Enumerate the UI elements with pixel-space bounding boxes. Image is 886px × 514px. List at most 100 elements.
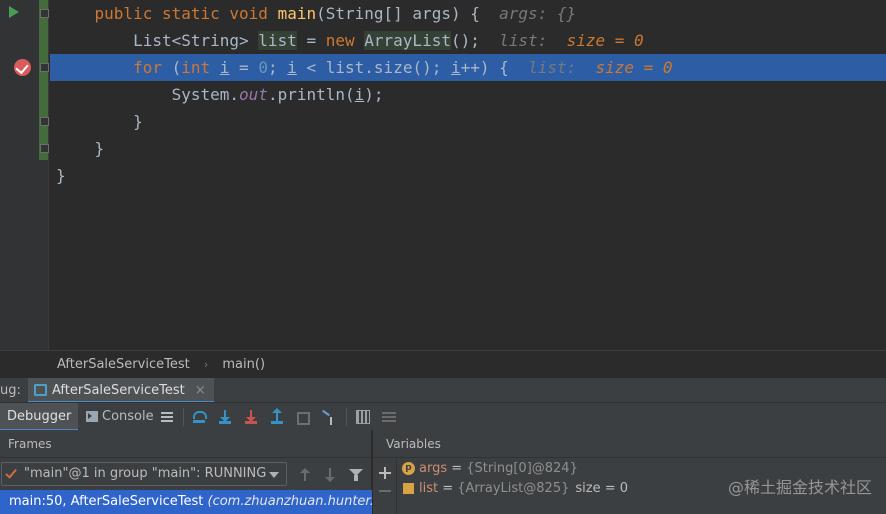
code-token: .println(: [267, 85, 355, 104]
frame-list-item[interactable]: main:50, AfterSaleServiceTest (com.zhuan…: [0, 490, 372, 514]
variable-equals: =: [438, 481, 458, 496]
add-watch-icon[interactable]: [378, 466, 392, 480]
tab-console-label: Console: [102, 409, 154, 424]
code-token: out: [239, 85, 268, 104]
variables-panel: Variables p args = {String[0]@824} list …: [373, 430, 886, 514]
thread-dropdown-value: "main"@1 in group "main": RUNNING: [24, 466, 267, 481]
code-token: =: [296, 31, 326, 50]
debug-session-tab[interactable]: AfterSaleServiceTest ×: [28, 378, 214, 403]
thread-row: "main"@1 in group "main": RUNNING: [0, 460, 372, 488]
inline-debug-hint: list:: [528, 58, 596, 77]
thread-dropdown[interactable]: "main"@1 in group "main": RUNNING: [1, 462, 287, 486]
variable-row[interactable]: list = {ArrayList@825} size = 0: [403, 479, 628, 499]
step-into-icon[interactable]: [217, 409, 233, 425]
breadcrumb: AfterSaleServiceTest › main(): [0, 350, 886, 377]
code-token: System.: [171, 85, 240, 104]
debug-tool-window-header: ug: AfterSaleServiceTest ×: [0, 377, 886, 403]
parameter-icon: p: [402, 462, 415, 475]
arrow-up-icon[interactable]: [298, 468, 312, 482]
code-line[interactable]: public static void main(String[] args) {…: [50, 0, 886, 27]
code-token: 0: [258, 58, 268, 77]
code-token: }: [56, 166, 66, 185]
fold-icon[interactable]: [40, 144, 49, 153]
inline-debug-hint: size = 0: [566, 31, 644, 50]
editor-gutter[interactable]: [0, 0, 49, 350]
step-over-icon[interactable]: [191, 409, 207, 425]
code-token: new: [325, 31, 365, 50]
debug-window-label: ug:: [0, 383, 21, 398]
variable-value: {String[0]@824}: [466, 461, 578, 476]
code-token: i: [287, 58, 297, 77]
remove-watch-icon[interactable]: [379, 490, 391, 492]
code-line[interactable]: List<String> list = new ArrayList(); lis…: [50, 27, 886, 54]
variable-value: {ArrayList@825}: [457, 481, 570, 496]
menu-icon[interactable]: [159, 409, 175, 425]
code-line[interactable]: }: [50, 108, 886, 135]
field-icon: [403, 483, 414, 494]
tab-console[interactable]: Console: [78, 403, 161, 431]
fold-icon[interactable]: [40, 63, 49, 72]
inline-debug-hint: size = 0: [595, 58, 673, 77]
code-token: main: [277, 4, 317, 23]
code-token: }: [94, 139, 105, 158]
chevron-down-icon: [269, 472, 279, 478]
code-token: i: [354, 85, 365, 104]
code-token: < list.size();: [296, 58, 451, 77]
breadcrumb-class[interactable]: AfterSaleServiceTest: [57, 351, 190, 378]
code-token: =: [229, 58, 259, 77]
code-line[interactable]: }: [50, 135, 886, 162]
code-token: ;: [267, 58, 288, 77]
code-token: int: [181, 58, 220, 77]
code-token: public static void: [94, 4, 278, 23]
code-token: ();: [450, 31, 500, 50]
code-editor[interactable]: public static void main(String[] args) {…: [0, 0, 886, 350]
breadcrumb-method[interactable]: main(): [222, 351, 265, 378]
frame-location: (com.zhuanzhuan.hunter.qa.service: [207, 494, 373, 509]
toolbar-separator: [346, 408, 347, 426]
arrow-down-icon[interactable]: [323, 468, 337, 482]
force-step-into-icon[interactable]: [243, 409, 259, 425]
breakpoint-icon[interactable]: [14, 59, 31, 76]
check-icon: [5, 466, 17, 479]
fold-icon[interactable]: [40, 9, 49, 18]
toolbar-separator: [183, 408, 184, 426]
frame-method: main:50, AfterSaleServiceTest: [9, 494, 208, 509]
code-token: );: [364, 85, 384, 104]
console-icon: [86, 411, 98, 422]
close-icon[interactable]: ×: [195, 383, 206, 398]
filter-icon[interactable]: [349, 468, 363, 482]
fold-icon[interactable]: [40, 117, 49, 126]
variable-name: args: [419, 461, 448, 476]
code-area[interactable]: public static void main(String[] args) {…: [50, 0, 886, 350]
tab-debugger[interactable]: Debugger: [0, 403, 79, 431]
watermark: @稀土掘金技术社区: [727, 478, 872, 497]
trace-icon[interactable]: [381, 409, 397, 425]
variable-row[interactable]: p args = {String[0]@824}: [402, 459, 578, 479]
debug-toolbar: Debugger Console: [0, 402, 886, 431]
code-line[interactable]: }: [50, 162, 886, 189]
run-icon[interactable]: [9, 6, 19, 18]
code-token: (String[] args) {: [316, 4, 500, 23]
variable-size: size = 0: [575, 481, 628, 496]
inline-debug-hint: args: {}: [499, 4, 577, 23]
evaluate-expression-icon[interactable]: [355, 409, 371, 425]
variable-equals: =: [447, 461, 467, 476]
breadcrumb-separator: ›: [203, 358, 209, 371]
code-line[interactable]: System.out.println(i);: [50, 81, 886, 108]
code-token: }: [133, 112, 143, 131]
execution-line[interactable]: for (int i = 0; i < list.size(); i++) { …: [50, 54, 886, 81]
frames-panel: Frames "main"@1 in group "main": RUNNING…: [0, 430, 372, 514]
step-out-icon[interactable]: [269, 408, 285, 425]
run-to-cursor-icon[interactable]: [321, 409, 337, 425]
drop-frame-icon[interactable]: [295, 409, 311, 425]
application-icon: [34, 384, 47, 396]
debug-session-tab-label: AfterSaleServiceTest: [52, 383, 185, 398]
change-marker: [39, 0, 48, 160]
code-token: for: [133, 58, 172, 77]
